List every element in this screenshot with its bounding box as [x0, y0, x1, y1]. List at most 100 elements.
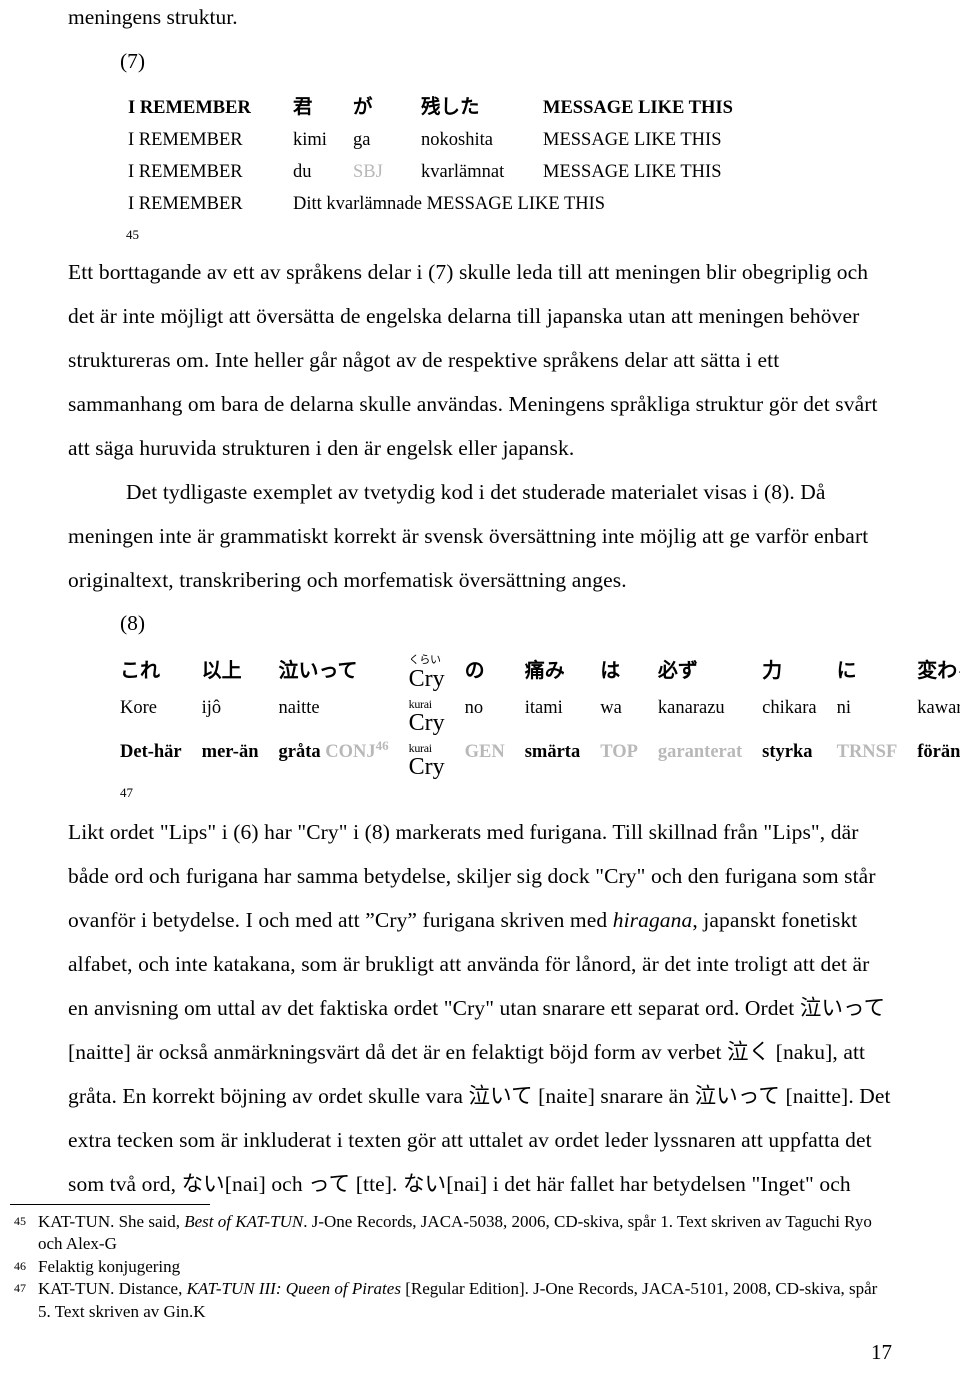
- footnote-item: 47 KAT-TUN. Distance, KAT-TUN III: Queen …: [10, 1278, 892, 1323]
- footnote-text-run: KAT-TUN. She said,: [38, 1211, 185, 1231]
- furigana-annotation: kurai: [408, 697, 432, 711]
- furigana-base-word: Cry: [408, 666, 445, 692]
- footnote-text: Felaktig konjugering: [38, 1256, 892, 1279]
- gloss-cell: kimi: [293, 130, 327, 150]
- gloss-word: ni: [836, 698, 851, 718]
- example-7-label: (7): [120, 49, 146, 73]
- footnote-number: 45: [14, 1213, 26, 1228]
- gloss-cell: に: [837, 654, 918, 698]
- gloss-cell: gråta CONJ46: [279, 739, 409, 784]
- gloss-word: mer-än: [201, 742, 259, 762]
- document-page: meningens struktur. (7) I REMEMBER 君 が 残…: [0, 0, 960, 1379]
- gloss-word: TRNSF: [836, 742, 898, 762]
- gloss-cell: 君: [293, 95, 313, 118]
- gloss-cell: は: [600, 654, 658, 698]
- gloss-cell: 力: [762, 654, 836, 698]
- gloss-cell: ijô: [202, 698, 279, 742]
- gloss-word: 泣いって: [278, 658, 358, 682]
- gloss-cell: ni: [837, 698, 918, 742]
- gloss-cell-grammatical: TOP: [600, 742, 658, 784]
- gloss-cell: I REMEMBER: [128, 98, 251, 118]
- gloss-word: 力: [762, 658, 783, 682]
- gloss-cell: kvarlämnat: [421, 162, 505, 182]
- gloss-cell: 痛み: [525, 654, 600, 698]
- gloss-word: は: [600, 658, 621, 682]
- gloss-cell-grammatical: SBJ: [353, 162, 383, 182]
- footnote-item: 45 KAT-TUN. She said, Best of KAT-TUN. J-…: [10, 1211, 892, 1256]
- table-row: I REMEMBER du SBJ kvarlämnat MESSAGE LIK…: [128, 162, 733, 194]
- gloss-cell: MESSAGE LIKE THIS: [543, 98, 733, 118]
- page-number: 17: [871, 1340, 892, 1364]
- gloss-word: garanterat: [657, 742, 743, 762]
- footnote-title-italic: KAT-TUN III: Queen of Pirates: [186, 1279, 401, 1298]
- continued-text: meningens struktur.: [68, 5, 238, 29]
- gloss-cell: nokoshita: [421, 130, 493, 150]
- example-8-label: (8): [120, 611, 146, 635]
- gloss-cell-grammatical: GEN: [465, 742, 525, 784]
- gloss-word: kawaru: [917, 698, 960, 718]
- example-8-gloss-table: これ以上泣いってくらいCryの痛みは必ず力に変わる Koreijônaittek…: [120, 654, 960, 784]
- gloss-cell: MESSAGE LIKE THIS: [543, 130, 722, 150]
- gloss-cell: mer-än: [202, 742, 279, 784]
- gloss-cell: smärta: [525, 742, 600, 784]
- gloss-cell: の: [465, 654, 525, 698]
- gloss-word: の: [464, 658, 485, 682]
- gloss-word: förändras-till: [917, 742, 960, 762]
- furigana-annotation: kurai: [408, 741, 432, 755]
- gloss-cell: styrka: [762, 742, 836, 784]
- gloss-cell: Kore: [120, 698, 202, 742]
- gloss-word: chikara: [762, 698, 817, 718]
- table-row: I REMEMBER Ditt kvarlämnade MESSAGE LIKE…: [128, 194, 733, 226]
- gloss-cell: 残した: [421, 95, 480, 118]
- gloss-cell: wa: [600, 698, 658, 742]
- paragraph-1: Ett borttagande av ett av språkens delar…: [68, 260, 878, 460]
- gloss-word: GEN: [464, 742, 505, 762]
- paragraph-3: Likt ordet "Lips" i (6) har "Cry" i (8) …: [68, 810, 892, 1206]
- furigana-annotation: くらい: [408, 653, 441, 666]
- gloss-word: styrka: [762, 742, 813, 762]
- gloss-cell: 泣いって: [279, 654, 409, 698]
- footnote-text-run: Felaktig konjugering: [38, 1256, 181, 1276]
- footnote-marker: 46: [375, 737, 389, 753]
- gloss-word: 変わる: [917, 658, 960, 682]
- footnote-list: 45 KAT-TUN. She said, Best of KAT-TUN. J-…: [10, 1211, 892, 1324]
- footnote-number: 46: [14, 1258, 26, 1273]
- paragraph-3-part-b: , japanskt fonetiskt alfabet, och inte k…: [68, 908, 891, 1196]
- furigana-base-word: Cry: [408, 754, 445, 780]
- gloss-word: 必ず: [657, 658, 698, 682]
- footnote-separator-rule: [10, 1203, 210, 1205]
- gloss-word: kanarazu: [657, 698, 725, 718]
- paragraph-2: Det tydligaste exemplet av tvetydig kod …: [68, 480, 869, 592]
- gloss-cell: itami: [525, 698, 600, 742]
- gloss-cell-ruby: kurai Cry: [409, 742, 465, 784]
- gloss-cell: 以上: [202, 654, 279, 698]
- italic-term-hiragana: hiragana: [612, 908, 693, 932]
- gloss-cell: Det-här: [120, 742, 202, 784]
- gloss-word: naitte: [278, 698, 320, 718]
- gloss-word: に: [836, 658, 857, 682]
- gloss-word: Kore: [120, 698, 157, 718]
- footnote-text: KAT-TUN. Distance, KAT-TUN III: Queen of…: [38, 1278, 892, 1323]
- table-row: Kore ijô naitte kurai Cry no itami wa kanarazu ch…: [120, 698, 960, 742]
- gloss-cell: chikara: [762, 698, 836, 742]
- footnote-text-run: KAT-TUN. Distance,: [38, 1279, 187, 1298]
- footnotes-section: 45 KAT-TUN. She said, Best of KAT-TUN. J-…: [0, 1203, 960, 1324]
- gloss-cell: が: [353, 95, 373, 118]
- gloss-cell: förändras-till: [917, 742, 960, 784]
- gloss-word: wa: [600, 698, 622, 718]
- footnote-reference-45: 45: [126, 227, 139, 242]
- footnote-text: KAT-TUN. She said, Best of KAT-TUN. J-On…: [38, 1211, 892, 1256]
- gloss-word: これ: [120, 658, 160, 682]
- gloss-word: smärta: [524, 742, 581, 762]
- gloss-word: Det-här: [120, 742, 182, 762]
- footnote-item: 46 Felaktig konjugering: [10, 1256, 892, 1279]
- gloss-cell: kanarazu: [658, 698, 762, 742]
- gloss-word: itami: [524, 698, 563, 718]
- gloss-cell: MESSAGE LIKE THIS: [543, 162, 722, 182]
- gloss-cell: I REMEMBER: [128, 194, 243, 214]
- gloss-cell: 必ず: [658, 654, 762, 698]
- gloss-cell: I REMEMBER: [128, 130, 243, 150]
- table-row: これ 以上 泣いって くらいCry の 痛みは 必ず 力 に 変わる: [120, 654, 960, 698]
- gloss-word: 以上: [201, 658, 242, 682]
- table-row: I REMEMBER kimi ga nokoshita MESSAGE LIK…: [128, 130, 733, 162]
